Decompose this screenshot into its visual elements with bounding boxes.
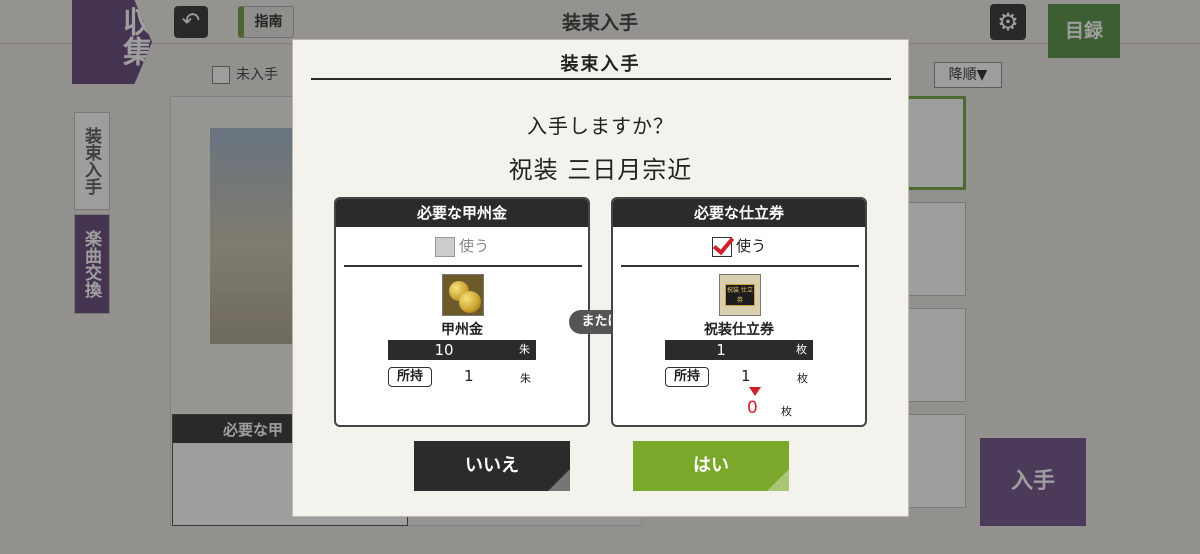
item-name: 甲州金 (441, 322, 483, 338)
required-value: 1 (716, 341, 726, 359)
ticket-icon: 祝装 仕立券 (719, 274, 761, 316)
arrow-down-icon (749, 387, 761, 396)
required-amount: 10 朱 (388, 340, 536, 360)
required-amount: 1 枚 (665, 340, 813, 360)
card-header: 必要な甲州金 (336, 199, 588, 227)
yes-button[interactable]: はい (633, 441, 789, 491)
unit-label: 枚 (796, 343, 807, 356)
ticket-label: 祝装 仕立券 (725, 284, 755, 306)
owned-unit: 朱 (520, 372, 531, 385)
checkbox-checked-icon[interactable] (711, 236, 732, 257)
koshukin-card: 必要な甲州金 使う 甲州金 10 朱 所持 1 朱 (334, 197, 590, 427)
use-label: 使う (458, 237, 489, 255)
no-button[interactable]: いいえ (414, 441, 570, 491)
divider (621, 265, 859, 267)
item-name: 祝装仕立券 (704, 322, 774, 338)
required-value: 10 (434, 341, 454, 359)
costume-name: 祝装 三日月宗近 (508, 156, 693, 184)
ticket-card: 必要な仕立券 使う 祝装 仕立券 祝装仕立券 1 枚 所持 1 枚 0 枚 (611, 197, 867, 427)
dialog-title: 装束入手 (560, 54, 641, 75)
gold-coin-icon (442, 274, 484, 316)
unit-label: 朱 (519, 343, 530, 356)
remaining-unit: 枚 (781, 405, 792, 418)
divider (311, 78, 891, 80)
card-header: 必要な仕立券 (613, 199, 865, 227)
owned-tag: 所持 (388, 367, 432, 387)
owned-tag: 所持 (665, 367, 709, 387)
owned-value: 1 (741, 367, 751, 385)
use-label: 使う (735, 237, 766, 255)
owned-value: 1 (464, 367, 474, 385)
obtain-dialog: 装束入手 入手しますか？ 祝装 三日月宗近 必要な甲州金 使う 甲州金 10 朱… (292, 39, 909, 517)
use-koshukin-toggle[interactable]: 使う (336, 235, 588, 257)
use-ticket-toggle[interactable]: 使う (613, 235, 865, 257)
divider (344, 265, 582, 267)
remaining-value: 0 (747, 398, 758, 418)
checkbox-unchecked-icon[interactable] (434, 236, 455, 257)
confirm-question: 入手しますか？ (527, 114, 674, 138)
owned-unit: 枚 (797, 372, 808, 385)
